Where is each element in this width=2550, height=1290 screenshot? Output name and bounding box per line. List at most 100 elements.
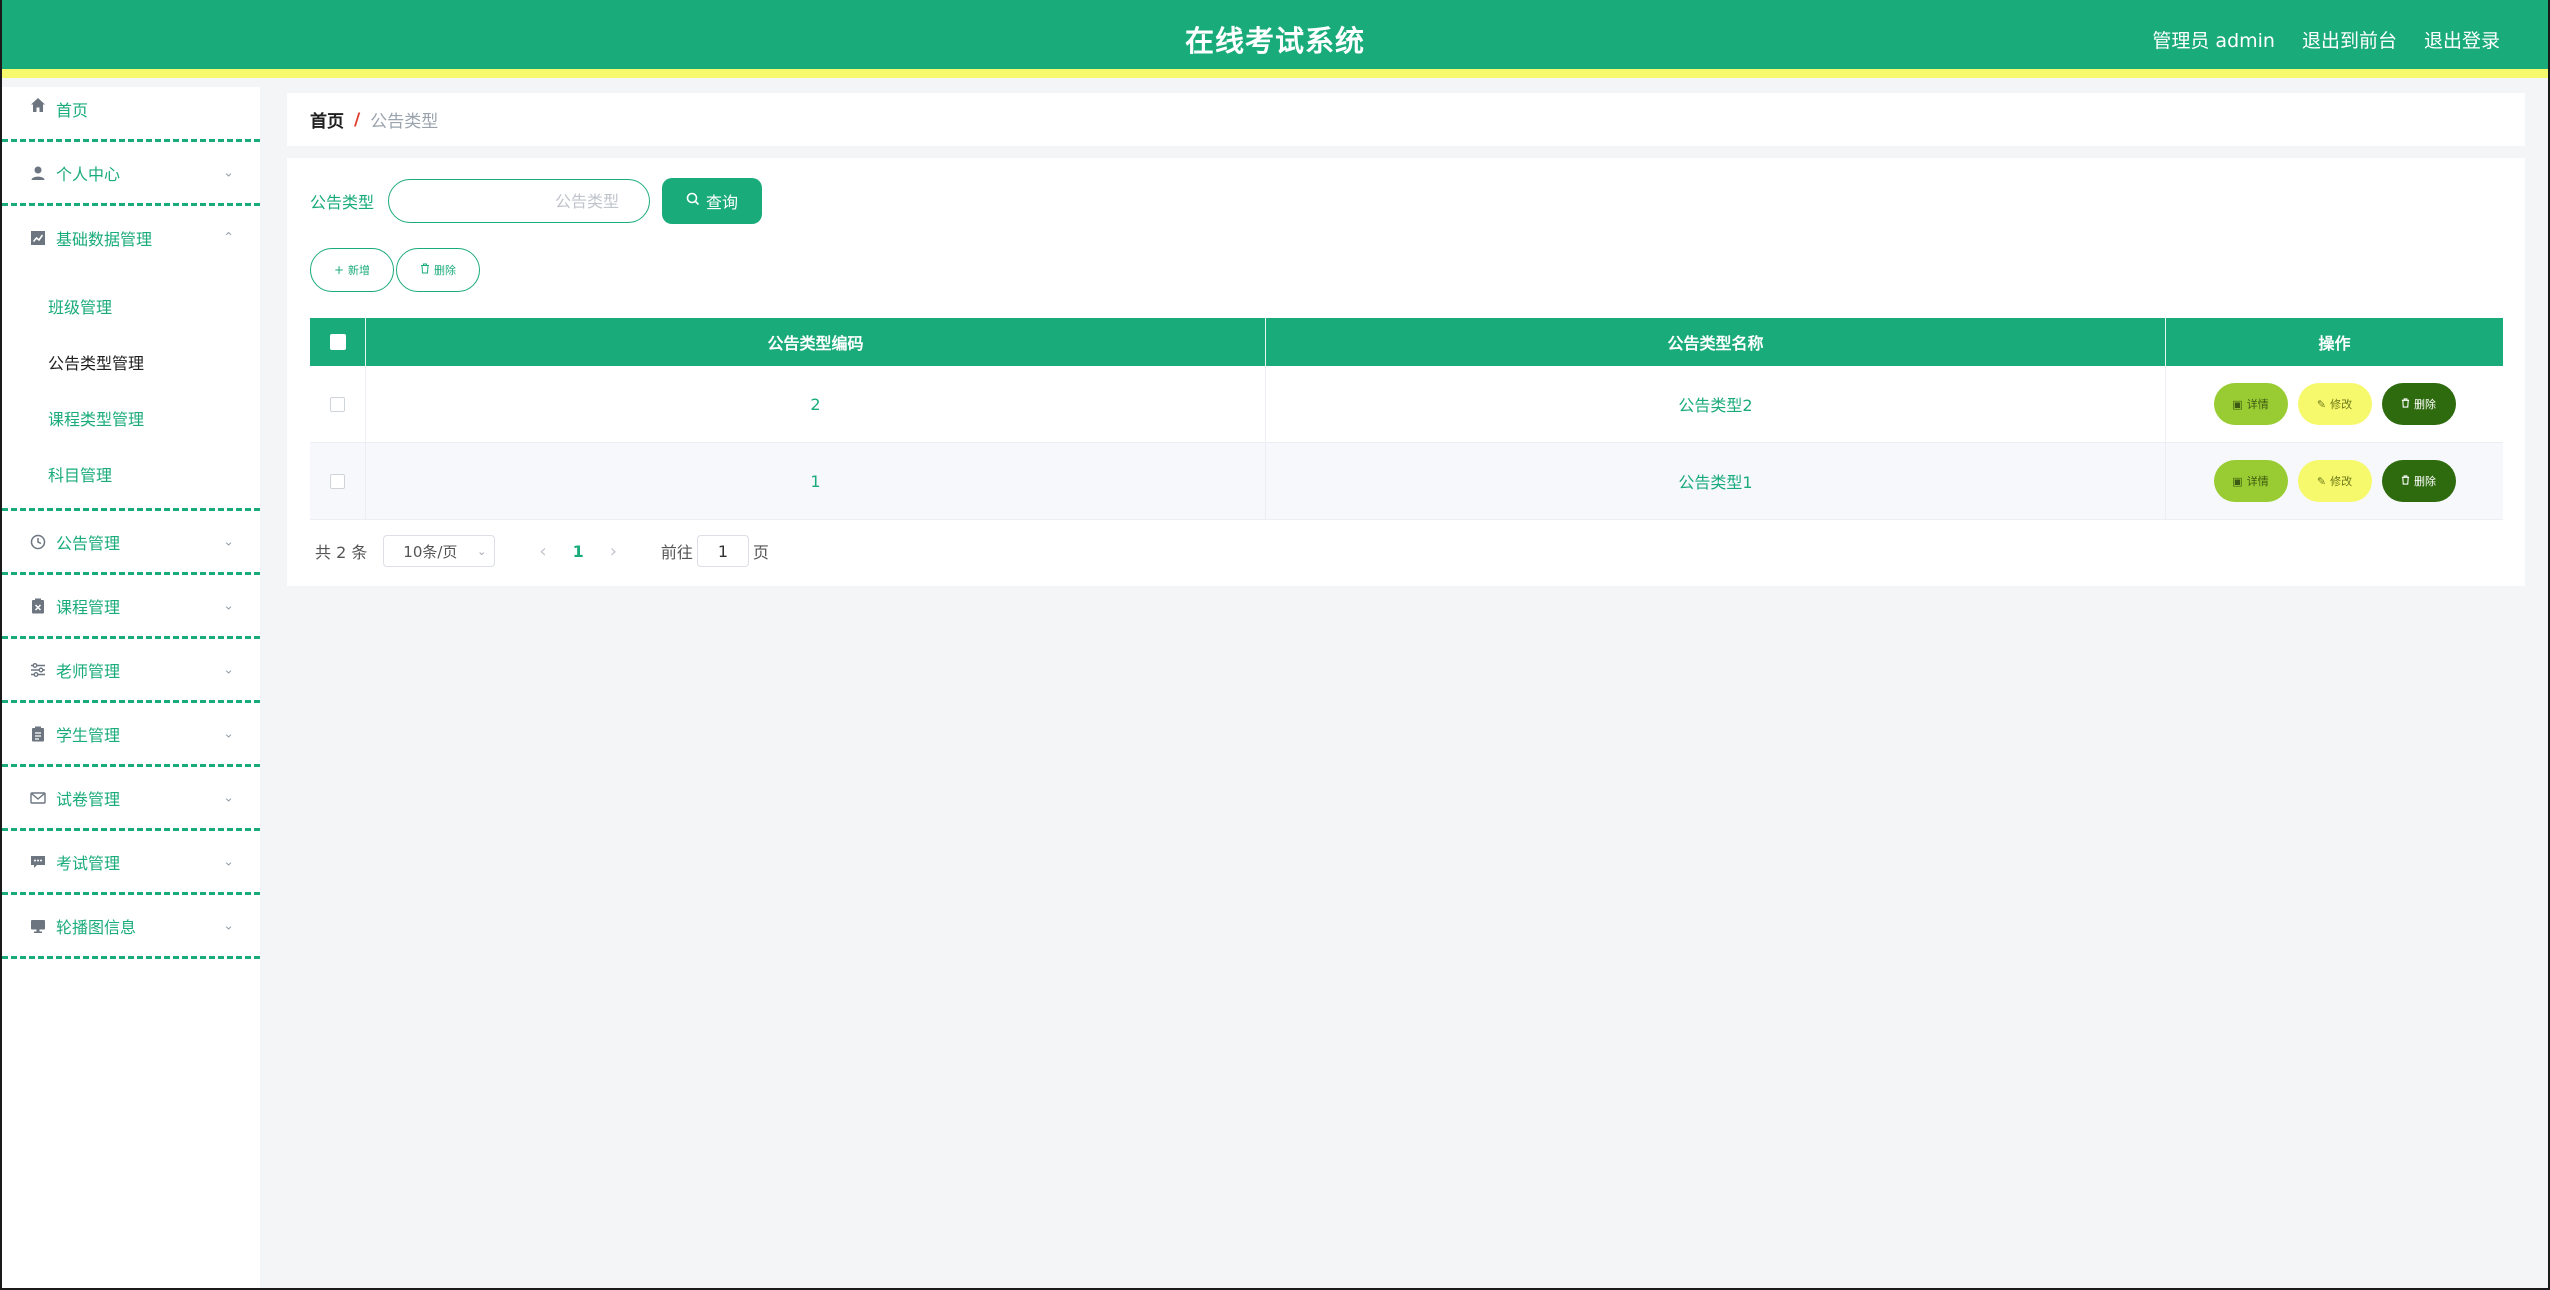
user-icon bbox=[30, 165, 46, 181]
sidebar-item-carousel[interactable]: 轮播图信息 ⌄ bbox=[2, 895, 260, 959]
sidebar-item-personal-center[interactable]: 个人中心 ⌄ bbox=[2, 142, 260, 206]
row-checkbox[interactable] bbox=[330, 396, 345, 412]
document-icon: ▣ bbox=[2232, 397, 2243, 411]
breadcrumb-separator: / bbox=[354, 109, 361, 130]
sidebar-item-label: 课程管理 bbox=[56, 597, 121, 617]
trash-icon bbox=[420, 263, 430, 277]
cell-operations: ▣ 详情 ✎ 修改 删除 bbox=[2166, 366, 2503, 442]
goto-page-input[interactable] bbox=[696, 535, 749, 567]
add-button[interactable]: + 新增 bbox=[310, 248, 394, 292]
detail-button[interactable]: ▣ 详情 bbox=[2213, 383, 2288, 425]
logout-link[interactable]: 退出登录 bbox=[2424, 26, 2500, 53]
page-size-select[interactable]: 10条/页 ⌄ bbox=[383, 535, 496, 567]
delete-button[interactable]: 删除 bbox=[2381, 460, 2456, 502]
pagination: 共 2 条 10条/页 ⌄ ‹ 1 › 前往 页 bbox=[315, 535, 769, 567]
edit-icon: ✎ bbox=[2316, 474, 2327, 488]
trash-icon bbox=[2401, 474, 2410, 488]
header-actions: 管理员 admin 退出到前台 退出登录 bbox=[2152, 26, 2500, 53]
top-header: 在线考试系统 管理员 admin 退出到前台 退出登录 bbox=[2, 0, 2548, 78]
main-panel: 公告类型 查询 + 新增 删除 公告类型编码 公告类型名称 操作 bbox=[287, 158, 2525, 586]
cell-code: 1 bbox=[366, 443, 1266, 519]
delete-button-label: 删除 bbox=[2414, 475, 2436, 488]
select-all-checkbox[interactable] bbox=[329, 334, 346, 350]
select-all-cell bbox=[310, 318, 366, 366]
trash-icon bbox=[2401, 397, 2410, 411]
column-header: 操作 bbox=[2318, 334, 2351, 353]
sidebar-item-student[interactable]: 学生管理 ⌄ bbox=[2, 703, 260, 767]
sidebar-item-label: 老师管理 bbox=[56, 661, 121, 681]
sidebar-item-label: 轮播图信息 bbox=[56, 917, 137, 937]
cell-operations: ▣ 详情 ✎ 修改 删除 bbox=[2166, 443, 2503, 519]
current-user-label: 管理员 admin bbox=[2152, 30, 2275, 52]
sidebar-subitem-notice-type[interactable]: 公告类型管理 bbox=[2, 334, 260, 390]
search-label: 公告类型 bbox=[310, 193, 375, 212]
next-page-icon[interactable]: › bbox=[610, 541, 617, 562]
column-header: 公告类型编码 bbox=[366, 318, 1266, 366]
cell-name: 公告类型2 bbox=[1266, 366, 2166, 442]
sidebar-item-label: 首页 bbox=[56, 101, 89, 120]
sidebar-item-teacher[interactable]: 老师管理 ⌄ bbox=[2, 639, 260, 703]
edit-button[interactable]: ✎ 修改 bbox=[2297, 460, 2372, 502]
row-check-cell bbox=[310, 443, 366, 519]
row-checkbox[interactable] bbox=[330, 473, 345, 489]
search-input[interactable] bbox=[388, 179, 651, 223]
edit-button-label: 修改 bbox=[2330, 475, 2353, 488]
total-count: 共 2 条 bbox=[315, 543, 368, 562]
chevron-up-icon: ⌃ bbox=[223, 230, 234, 246]
monitor-icon bbox=[30, 918, 46, 934]
search-bar: 公告类型 查询 bbox=[310, 178, 763, 224]
table-header: 公告类型编码 公告类型名称 操作 bbox=[310, 318, 2503, 366]
goto-label: 前往 bbox=[660, 543, 693, 562]
edit-button[interactable]: ✎ 修改 bbox=[2297, 383, 2372, 425]
page-suffix: 页 bbox=[752, 543, 769, 562]
chat-icon bbox=[30, 854, 46, 870]
clipboard-icon bbox=[30, 726, 46, 742]
table-row: 1 公告类型1 ▣ 详情 ✎ 修改 删除 bbox=[310, 443, 2503, 520]
chevron-down-icon: ⌄ bbox=[223, 165, 234, 180]
query-button-label: 查询 bbox=[706, 193, 739, 212]
submenu-basic-data: 班级管理 公告类型管理 课程类型管理 科目管理 bbox=[2, 270, 260, 511]
chevron-down-icon: ⌄ bbox=[223, 726, 234, 741]
table-actions: + 新增 删除 bbox=[310, 248, 480, 292]
sidebar-item-label: 学生管理 bbox=[56, 725, 121, 745]
detail-button[interactable]: ▣ 详情 bbox=[2213, 460, 2288, 502]
header-stripe bbox=[2, 69, 2548, 78]
sidebar-subitem-class[interactable]: 班级管理 bbox=[2, 278, 260, 334]
chevron-down-icon: ⌄ bbox=[223, 534, 234, 549]
sidebar-item-notice[interactable]: 公告管理 ⌄ bbox=[2, 511, 260, 575]
search-icon bbox=[686, 192, 700, 210]
page-number-current[interactable]: 1 bbox=[573, 542, 584, 561]
chevron-down-icon: ⌄ bbox=[223, 598, 234, 613]
batch-delete-button-label: 删除 bbox=[434, 264, 456, 277]
sidebar-item-home[interactable]: 首页 bbox=[2, 87, 260, 142]
clipboard-x-icon bbox=[30, 598, 46, 614]
edit-button-label: 修改 bbox=[2330, 398, 2353, 411]
chevron-down-icon: ⌄ bbox=[223, 662, 234, 677]
batch-delete-button[interactable]: 删除 bbox=[396, 248, 480, 292]
delete-button-label: 删除 bbox=[2414, 398, 2436, 411]
delete-button[interactable]: 删除 bbox=[2381, 383, 2456, 425]
sidebar-item-exam-paper[interactable]: 试卷管理 ⌄ bbox=[2, 767, 260, 831]
prev-page-icon[interactable]: ‹ bbox=[539, 541, 546, 562]
table-row: 2 公告类型2 ▣ 详情 ✎ 修改 删除 bbox=[310, 366, 2503, 443]
sidebar-subitem-course-type[interactable]: 课程类型管理 bbox=[2, 390, 260, 446]
sidebar-item-label: 公告管理 bbox=[56, 533, 121, 553]
to-front-link[interactable]: 退出到前台 bbox=[2302, 26, 2397, 53]
breadcrumb-home[interactable]: 首页 bbox=[310, 107, 344, 132]
sidebar-item-label: 个人中心 bbox=[56, 164, 121, 184]
sidebar-item-basic-data[interactable]: 基础数据管理 ⌃ bbox=[2, 206, 260, 270]
sidebar-subitem-subject[interactable]: 科目管理 bbox=[2, 446, 260, 502]
document-icon: ▣ bbox=[2232, 474, 2243, 488]
row-check-cell bbox=[310, 366, 366, 442]
sidebar-item-exam[interactable]: 考试管理 ⌄ bbox=[2, 831, 260, 895]
sidebar-item-label: 考试管理 bbox=[56, 853, 121, 873]
breadcrumb: 首页 / 公告类型 bbox=[287, 93, 2525, 146]
column-header: 公告类型名称 bbox=[1266, 318, 2166, 366]
page-size-value: 10条/页 bbox=[403, 542, 458, 561]
chevron-down-icon: ⌄ bbox=[477, 544, 487, 558]
sidebar-item-course[interactable]: 课程管理 ⌄ bbox=[2, 575, 260, 639]
notice-type-table: 公告类型编码 公告类型名称 操作 2 公告类型2 ▣ 详情 ✎ 修改 删除 1 … bbox=[310, 318, 2503, 520]
cell-code: 2 bbox=[366, 366, 1266, 442]
query-button[interactable]: 查询 bbox=[662, 178, 763, 224]
clock-icon bbox=[30, 534, 46, 550]
